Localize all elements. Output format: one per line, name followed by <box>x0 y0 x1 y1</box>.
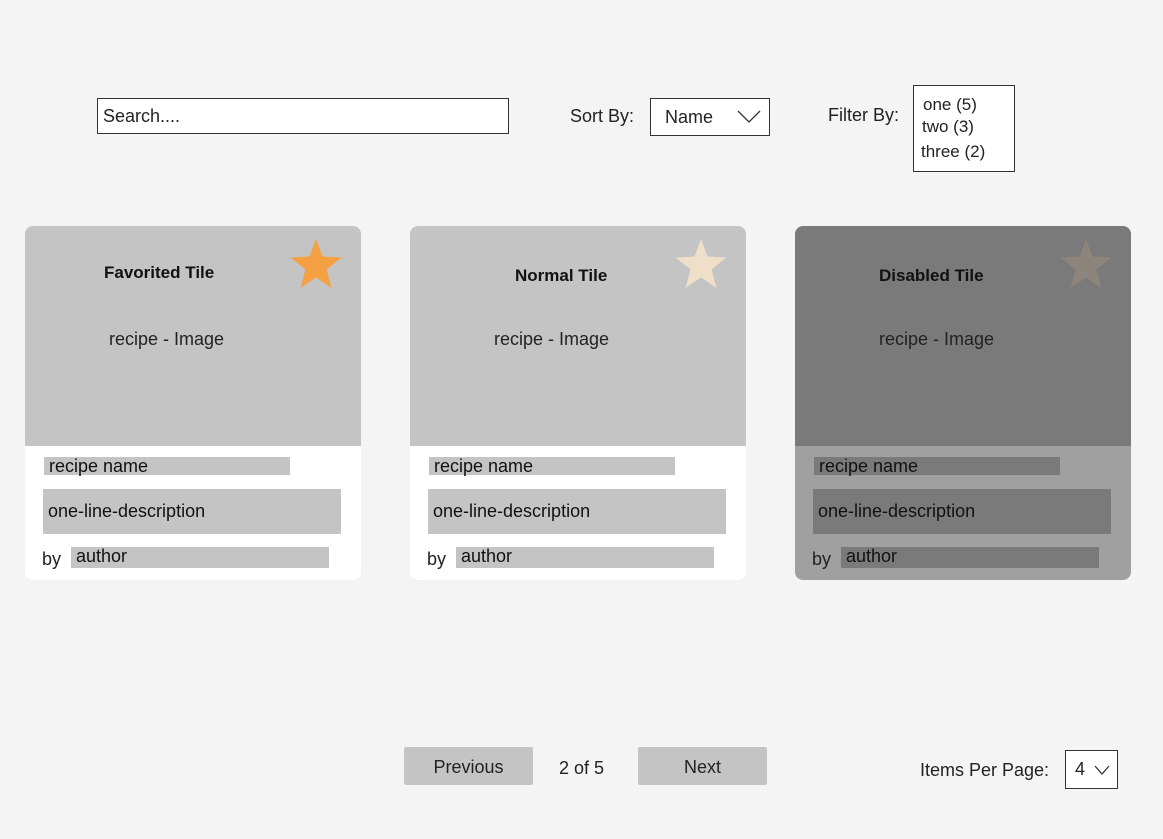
recipe-description: one-line-description <box>43 489 341 534</box>
recipe-author: author <box>841 547 1099 568</box>
items-per-page-label: Items Per Page: <box>920 760 1050 780</box>
by-label: by <box>42 549 62 569</box>
filter-by-label: Filter By: <box>828 105 900 125</box>
star-icon <box>1059 238 1113 295</box>
recipe-image: Normal Tile recipe - Image <box>410 226 746 446</box>
recipe-tile-disabled: Disabled Tile recipe - Image recipe name… <box>795 226 1131 580</box>
recipe-author: author <box>456 547 714 568</box>
items-per-page-value: 4 <box>1075 759 1086 779</box>
recipe-image: Favorited Tile recipe - Image <box>25 226 361 446</box>
tile-details: recipe name one-line-description by auth… <box>410 446 746 580</box>
items-per-page-select[interactable]: 4 <box>1065 750 1118 789</box>
sort-by-select[interactable]: Name <box>650 98 770 136</box>
chevron-down-icon <box>737 110 761 124</box>
recipe-name: recipe name <box>44 457 290 475</box>
chevron-down-icon <box>1094 759 1110 780</box>
recipe-image-label: recipe - Image <box>879 329 995 349</box>
by-label: by <box>812 549 832 569</box>
recipe-name: recipe name <box>429 457 675 475</box>
recipe-author: author <box>71 547 329 568</box>
recipe-tile-favorited[interactable]: Favorited Tile recipe - Image recipe nam… <box>25 226 361 580</box>
by-label: by <box>427 549 447 569</box>
previous-button[interactable]: Previous <box>404 747 533 785</box>
recipe-name: recipe name <box>814 457 1060 475</box>
next-button[interactable]: Next <box>638 747 767 785</box>
sort-by-label: Sort By: <box>570 106 635 126</box>
tile-details: recipe name one-line-description by auth… <box>25 446 361 580</box>
filter-option-two[interactable]: two (3) <box>921 116 1008 138</box>
recipe-tile-normal[interactable]: Normal Tile recipe - Image recipe name o… <box>410 226 746 580</box>
recipe-description: one-line-description <box>813 489 1111 534</box>
recipe-image: Disabled Tile recipe - Image <box>795 226 1131 446</box>
star-icon[interactable] <box>674 238 728 295</box>
filter-option-three[interactable]: three (2) <box>921 141 1008 163</box>
recipe-image-label: recipe - Image <box>109 329 225 349</box>
search-input[interactable] <box>97 98 509 134</box>
filter-by-list[interactable]: one (5) two (3) three (2) <box>913 85 1015 172</box>
tile-details: recipe name one-line-description by auth… <box>795 446 1131 580</box>
star-icon[interactable] <box>289 238 343 295</box>
filter-option-one[interactable]: one (5) <box>921 94 1008 116</box>
recipe-description: one-line-description <box>428 489 726 534</box>
page-indicator: 2 of 5 <box>559 758 605 778</box>
sort-by-value: Name <box>665 106 714 127</box>
recipe-image-label: recipe - Image <box>494 329 610 349</box>
